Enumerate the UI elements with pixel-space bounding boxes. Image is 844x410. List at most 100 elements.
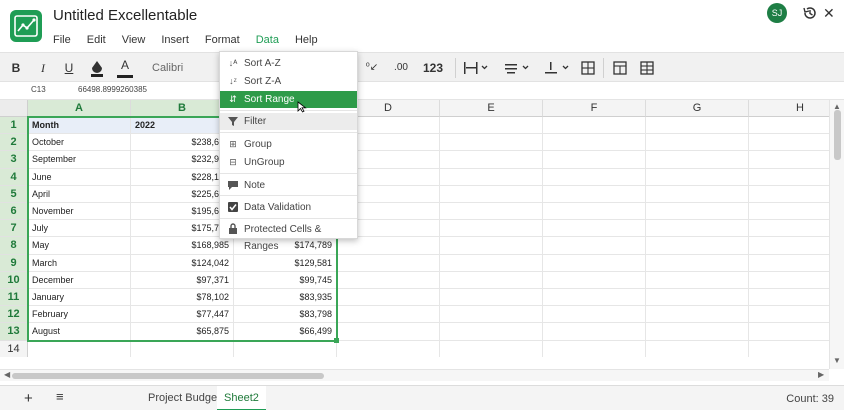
select-all-corner[interactable]: [0, 100, 28, 117]
cell[interactable]: [131, 340, 234, 357]
horizontal-scrollbar[interactable]: ◀ ▶: [0, 369, 829, 381]
cell[interactable]: [440, 254, 543, 272]
row-header-2[interactable]: 2: [0, 134, 28, 152]
menu-item-data-validation[interactable]: Data Validation: [220, 199, 357, 216]
cell[interactable]: [543, 340, 646, 357]
table-cell-month[interactable]: December: [28, 271, 131, 289]
cell[interactable]: [234, 340, 337, 357]
spreadsheet-grid[interactable]: ABCDEFGH123456789101112131415Month2022Oc…: [0, 100, 829, 357]
cell[interactable]: [646, 151, 749, 169]
menu-item-ungroup[interactable]: ⊟ UnGroup: [220, 154, 357, 171]
table-cell-c[interactable]: $83,798: [234, 306, 337, 324]
cell[interactable]: [440, 340, 543, 357]
cell-reference[interactable]: C13: [31, 85, 46, 94]
cell[interactable]: [440, 220, 543, 238]
table-cell-month[interactable]: April: [28, 185, 131, 203]
table-cell-month[interactable]: August: [28, 323, 131, 341]
menu-file[interactable]: File: [45, 32, 79, 50]
cell[interactable]: [337, 306, 440, 324]
underline-button[interactable]: U: [62, 58, 76, 78]
cell[interactable]: [440, 117, 543, 135]
menu-data[interactable]: Data: [248, 32, 287, 50]
table-cell-c[interactable]: $99,745: [234, 271, 337, 289]
bold-button[interactable]: B: [9, 58, 23, 78]
row-header-7[interactable]: 7: [0, 220, 28, 238]
horizontal-scroll-thumb[interactable]: [12, 373, 324, 379]
menu-item-sort-za[interactable]: ↓ᶻ Sort Z-A: [220, 73, 357, 90]
table-cell-month[interactable]: February: [28, 306, 131, 324]
cell[interactable]: [543, 117, 646, 135]
table-cell-c[interactable]: $83,935: [234, 289, 337, 307]
table-cell-2022[interactable]: $97,371: [131, 271, 234, 289]
fill-color-icon[interactable]: [89, 58, 105, 78]
table-cell-month[interactable]: January: [28, 289, 131, 307]
cell[interactable]: [646, 254, 749, 272]
align-horizontal-icon[interactable]: [462, 58, 490, 78]
menu-insert[interactable]: Insert: [153, 32, 197, 50]
cell[interactable]: [440, 271, 543, 289]
menu-edit[interactable]: Edit: [79, 32, 114, 50]
cell[interactable]: [543, 185, 646, 203]
cell[interactable]: [646, 117, 749, 135]
cell[interactable]: [543, 289, 646, 307]
menu-item-note[interactable]: Note: [220, 177, 357, 194]
cell[interactable]: [337, 340, 440, 357]
cell[interactable]: [749, 220, 829, 238]
table-cell-month[interactable]: July: [28, 220, 131, 238]
cell[interactable]: [440, 289, 543, 307]
vertical-scrollbar[interactable]: ▲ ▼: [829, 100, 844, 369]
document-title[interactable]: Untitled Excellentable: [53, 7, 197, 24]
cell[interactable]: [543, 306, 646, 324]
scroll-down-icon[interactable]: ▼: [833, 356, 841, 365]
cell[interactable]: [749, 341, 829, 357]
menu-item-protected-ranges[interactable]: Protected Cells & Ranges: [220, 221, 357, 252]
column-header-a[interactable]: A: [28, 100, 131, 117]
cell[interactable]: [440, 306, 543, 324]
cell[interactable]: [440, 151, 543, 169]
sheet-tab-project-budget[interactable]: Project Budget: [141, 386, 227, 410]
table-cell-month[interactable]: September: [28, 151, 131, 169]
history-icon[interactable]: [802, 5, 818, 21]
table-icon[interactable]: [639, 58, 655, 78]
menu-help[interactable]: Help: [287, 32, 326, 50]
table-cell-month[interactable]: November: [28, 203, 131, 221]
borders-icon[interactable]: [580, 58, 596, 78]
text-wrap-icon[interactable]: [543, 58, 571, 78]
cell[interactable]: [646, 306, 749, 324]
cell[interactable]: [543, 168, 646, 186]
cell[interactable]: [543, 151, 646, 169]
table-cell-month[interactable]: October: [28, 134, 131, 152]
cell[interactable]: [646, 203, 749, 221]
table-cell-2022[interactable]: $78,102: [131, 289, 234, 307]
italic-button[interactable]: I: [36, 58, 50, 78]
column-header-e[interactable]: E: [440, 100, 543, 117]
cell[interactable]: [543, 323, 646, 341]
cell[interactable]: [440, 323, 543, 341]
table-cell-month[interactable]: March: [28, 254, 131, 272]
table-cell-c[interactable]: $66,499: [234, 323, 337, 341]
cell[interactable]: [749, 306, 829, 324]
row-header-5[interactable]: 5: [0, 185, 28, 203]
cell[interactable]: [646, 340, 749, 357]
cell[interactable]: [646, 289, 749, 307]
cell[interactable]: [337, 289, 440, 307]
cell[interactable]: [337, 271, 440, 289]
menu-item-group[interactable]: ⊞ Group: [220, 136, 357, 153]
cell[interactable]: [646, 168, 749, 186]
table-cell-2022[interactable]: $77,447: [131, 306, 234, 324]
merge-cells-icon[interactable]: [612, 58, 628, 78]
row-header-4[interactable]: 4: [0, 168, 28, 186]
cell[interactable]: [749, 186, 829, 203]
number-format-button[interactable]: 123: [421, 58, 445, 78]
fill-handle[interactable]: [334, 337, 339, 343]
row-header-14[interactable]: 14: [0, 340, 28, 357]
table-cell-month[interactable]: June: [28, 168, 131, 186]
menu-item-filter[interactable]: Filter: [220, 113, 357, 130]
row-header-13[interactable]: 13: [0, 323, 28, 341]
cell[interactable]: [543, 203, 646, 221]
decimal-increase-button[interactable]: .00: [392, 58, 410, 78]
column-header-f[interactable]: F: [543, 100, 646, 117]
cell[interactable]: [646, 271, 749, 289]
cell[interactable]: [646, 237, 749, 255]
align-vertical-icon[interactable]: [503, 58, 531, 78]
